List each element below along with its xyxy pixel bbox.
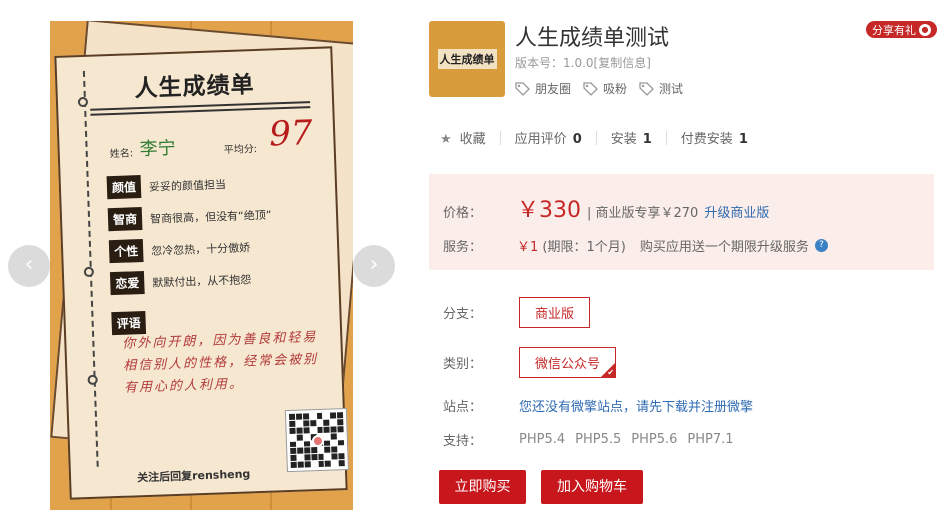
gallery-prev-button[interactable]: ‹ [8,245,50,287]
gallery-next-button[interactable]: › [353,245,395,287]
service-row: 服务： ￥1 (期限：1个月) 购买应用送一个期限升级服务 ? [443,236,828,255]
app-tags: 朋友圈 吸粉 测试 [515,80,683,97]
poster-avg-label: 平均分: [223,143,258,157]
price-label: 价格： [443,206,483,221]
app-version[interactable]: 版本号：1.0.0[复制信息] [515,54,651,71]
favorite-button[interactable]: ★ 收藏 [440,128,486,147]
poster-name-value: 李宁 [139,137,176,161]
app-stats: ★ 收藏 应用评价 0 安装 1 付费安装 1 [440,128,748,147]
app-title: 人生成绩单测试 [515,26,670,51]
branch-field: 分支： 商业版 [443,297,591,328]
service-value: ￥1 [517,240,539,255]
poster-avg-value: 97 [268,113,314,155]
register-site-link[interactable]: 您还没有微擎站点，请先下载并注册微擎 [519,396,753,415]
poster-comment-tag: 评语 [111,310,154,336]
star-icon: ★ [440,132,452,147]
php-versions: PHP5.4 PHP5.5 PHP5.6 PHP7.1 [519,432,734,447]
screenshot-gallery: 人生成绩单 姓名: 李宁 平均分: 97 颜值 妥妥的颜值担当 智商 智商很高，… [50,21,353,510]
tag-item[interactable]: 吸粉 [583,80,627,97]
service-term: (期限：1个月) [542,240,626,255]
app-logo-text: 人生成绩单 [437,49,497,69]
tag-icon [583,81,598,96]
poster-sheet: 人生成绩单 姓名: 李宁 平均分: 97 颜值 妥妥的颜值担当 智商 智商很高，… [54,46,349,500]
poster-row: 颜值 妥妥的颜值担当 [106,172,227,200]
service-description: 购买应用送一个期限升级服务 [639,240,809,255]
branch-option[interactable]: 商业版 [519,297,591,328]
install-stat: 安装 1 [610,132,652,147]
poster-row: 智商 智商很高，但没有“绝顶” [107,203,272,232]
price-row: 价格： ￥330 | 商业版专享￥270 升级商业版 [443,192,769,224]
tag-item[interactable]: 测试 [639,80,683,97]
tag-icon [515,81,530,96]
gift-icon: ● [919,24,931,36]
poster-title: 人生成绩单 [134,72,255,103]
poster-row: 恋爱 默默付出，从不抱怨 [109,267,252,296]
help-icon[interactable]: ? [814,239,828,252]
app-detail-page: 人生成绩单 姓名: 李宁 平均分: 97 颜值 妥妥的颜值担当 智商 智商很高，… [0,0,952,520]
tag-item[interactable]: 朋友圈 [515,80,571,97]
share-gift-button[interactable]: 分享有礼 ● [866,21,937,38]
app-logo: 人生成绩单 [429,21,505,97]
support-field: 支持： PHP5.4 PHP5.5 PHP5.6 PHP7.1 [443,432,734,449]
poster-follow-text: 关注后回复rensheng [136,467,251,485]
price-value: ￥330 [517,198,581,223]
tag-icon [639,81,654,96]
add-to-cart-button[interactable]: 加入购物车 [541,470,643,504]
price-panel: 价格： ￥330 | 商业版专享￥270 升级商业版 服务： ￥1 (期限：1个月… [429,174,934,270]
poster-row: 个性 忽冷忽热，十分傲娇 [108,235,251,264]
category-field: 类别： 微信公众号 ✔ [443,347,617,378]
upgrade-link[interactable]: 升级商业版 [704,206,769,221]
chevron-right-icon: › [369,252,379,277]
site-field: 站点： 您还没有微擎站点，请先下载并注册微擎 [443,396,753,415]
poster-name-label: 姓名: [109,148,134,161]
poster-comment: 你外向开朗，因为善良和轻易相信别人的性格，经常会被别有用心的人利用。 [122,329,319,396]
review-stat[interactable]: 应用评价 0 [515,128,582,147]
paid-install-stat: 付费安装 1 [680,132,748,147]
pro-price-text: | 商业版专享￥270 [587,206,699,221]
checkmark-icon: ✔ [607,368,615,377]
buy-now-button[interactable]: 立即购买 [439,470,526,504]
category-option[interactable]: 微信公众号 ✔ [519,347,617,378]
chevron-left-icon: ‹ [24,252,34,277]
service-label: 服务： [443,240,483,255]
